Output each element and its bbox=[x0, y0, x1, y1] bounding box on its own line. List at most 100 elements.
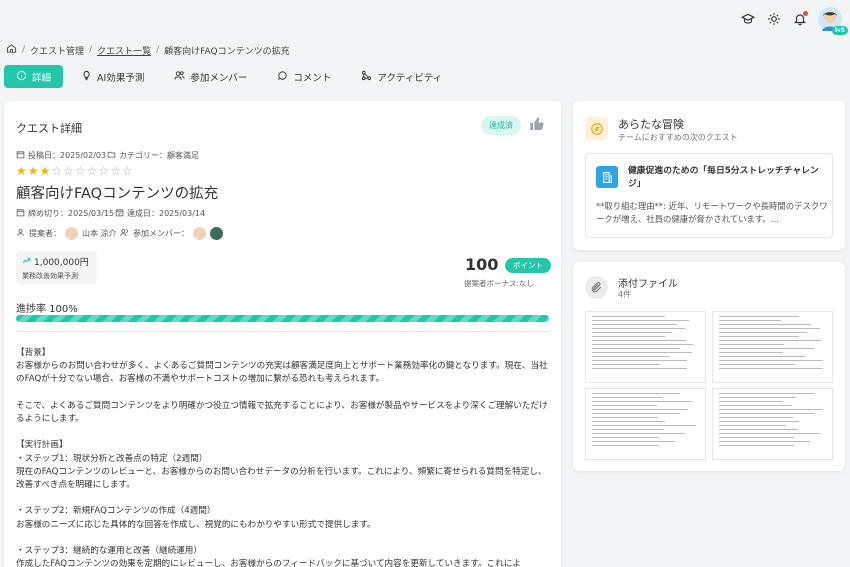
thumbnail-text-line bbox=[592, 368, 688, 369]
adventure-title: あらたな冒険 bbox=[618, 118, 684, 131]
progress-label: 進捗率 100% bbox=[16, 304, 78, 315]
recommended-quest-reason: **取り組む理由**: 近年、リモートワークや長時間のデスクワークが増え、社員の… bbox=[596, 201, 828, 224]
member-avatar[interactable] bbox=[210, 227, 223, 240]
graduation-cap-icon[interactable] bbox=[740, 11, 756, 27]
star-icon: ★ bbox=[27, 164, 39, 178]
proposer-avatar[interactable] bbox=[65, 227, 78, 240]
thumbnail-text-line bbox=[719, 425, 787, 426]
thumbnail-text-line bbox=[592, 332, 673, 333]
thumbnail-text-line bbox=[592, 433, 686, 434]
effect-value-text: 1,000,000円 bbox=[34, 258, 89, 268]
attachment-thumbnail[interactable] bbox=[585, 311, 706, 383]
breadcrumb-item-quest-management[interactable]: クエスト管理 bbox=[30, 44, 84, 57]
thumbnail-text-line bbox=[592, 352, 692, 353]
effect-prediction-box: 1,000,000円 業務改善効果予測 bbox=[16, 251, 97, 284]
member-avatar[interactable] bbox=[193, 227, 206, 240]
tab-members[interactable]: 参加メンバー bbox=[162, 65, 259, 88]
tab-details[interactable]: 詳細 bbox=[4, 65, 64, 88]
user-level-badge: lv5 bbox=[831, 26, 848, 35]
home-icon[interactable] bbox=[6, 43, 17, 57]
trend-up-icon bbox=[22, 256, 31, 268]
users-icon bbox=[120, 228, 129, 239]
effect-value: 1,000,000円 bbox=[22, 255, 91, 268]
thumbnail-text-line bbox=[592, 437, 660, 438]
sun-icon[interactable] bbox=[766, 11, 782, 27]
posted-date-text: 投稿日：2025/02/03 bbox=[28, 151, 107, 160]
thumbnail-text-line bbox=[592, 421, 665, 422]
thumbnail-text-line bbox=[592, 324, 677, 325]
attachments-card: 添付ファイル 4件 bbox=[573, 262, 845, 471]
achieved-date-text: 達成日：2025/03/14 bbox=[127, 209, 206, 218]
proposer-label: 提案者： bbox=[29, 229, 61, 238]
points-value: 100 bbox=[465, 255, 499, 274]
users-icon bbox=[174, 70, 185, 84]
star-icon: ☆ bbox=[51, 164, 63, 178]
points-badge: ポイント bbox=[505, 258, 551, 273]
top-bar: lv5 bbox=[0, 0, 850, 38]
breadcrumb-separator: / bbox=[156, 45, 160, 55]
thumbnail-text-line bbox=[719, 368, 822, 369]
calendar-icon bbox=[16, 150, 25, 161]
tab-comments[interactable]: コメント bbox=[265, 65, 343, 88]
thumbnail-text-line bbox=[719, 344, 785, 345]
thumbnail-text-line bbox=[719, 401, 784, 402]
thumbnail-text-line bbox=[592, 356, 671, 357]
recommended-quest[interactable]: 健康促進のための「毎日5分ストレッチチャレンジ」 **取り組む理由**: 近年、… bbox=[585, 153, 833, 238]
attachment-thumbnail[interactable] bbox=[712, 311, 833, 383]
proposer-name[interactable]: 山本 涼介 bbox=[82, 228, 117, 239]
thumbnail-text-line bbox=[719, 433, 820, 434]
thumbnail-text-line bbox=[592, 429, 664, 430]
attachments-title: 添付ファイル bbox=[618, 279, 678, 290]
thumbnail-text-line bbox=[592, 364, 661, 365]
thumbnail-text-line bbox=[719, 320, 782, 321]
progress-bar bbox=[16, 315, 549, 322]
tab-activity[interactable]: アクティビティ bbox=[349, 65, 454, 88]
quest-description: 【背景】 お客様からのお問い合わせが多く、よくあるご質問コンテンツの充実は顧客満… bbox=[16, 348, 548, 567]
attachment-thumbnail[interactable] bbox=[712, 388, 833, 460]
user-icon bbox=[16, 228, 25, 239]
user-avatar[interactable]: lv5 bbox=[818, 7, 848, 35]
breadcrumb-item-current: 顧客向けFAQコンテンツの拡充 bbox=[164, 46, 290, 57]
thumbnail-text-line bbox=[719, 340, 821, 341]
quest-detail-card: クエスト詳細 達成済 投稿日：2025/02/03 カテゴリー：顧客満足 ★ ★ ★… bbox=[4, 101, 561, 567]
thumbnail-text-line bbox=[592, 320, 690, 321]
category-text: カテゴリー：顧客満足 bbox=[119, 151, 199, 160]
recommended-quest-title[interactable]: 健康促進のための「毎日5分ストレッチチャレンジ」 bbox=[628, 165, 828, 191]
star-icon: ☆ bbox=[86, 164, 98, 178]
thumbnail-text-line bbox=[592, 409, 688, 410]
rating-stars: ★ ★ ★ ☆ ☆ ☆ ☆ ☆ ☆ ☆ bbox=[16, 165, 133, 177]
star-icon: ☆ bbox=[74, 164, 86, 178]
thumbnail-text-line bbox=[719, 328, 820, 329]
adventure-subtitle: チームにおすすめの次のクエスト bbox=[618, 133, 738, 142]
thumbnail-text-line bbox=[719, 352, 784, 353]
thumbnail-text-line bbox=[592, 316, 665, 317]
thumbnail-text-line bbox=[592, 413, 680, 414]
thumbnail-text-line bbox=[592, 425, 695, 426]
tab-label: AI効果予測 bbox=[97, 72, 145, 84]
posted-date: 投稿日：2025/02/03 bbox=[16, 150, 106, 161]
tab-ai-prediction[interactable]: AI効果予測 bbox=[69, 65, 156, 88]
thumbs-up-icon[interactable] bbox=[529, 116, 545, 132]
thumbnail-text-line bbox=[592, 344, 693, 345]
thumbnail-text-line bbox=[719, 397, 797, 398]
thumbnail-text-line bbox=[592, 445, 660, 446]
info-icon bbox=[16, 70, 27, 84]
building-icon bbox=[596, 166, 618, 188]
star-icon: ☆ bbox=[63, 164, 74, 178]
activity-icon bbox=[361, 70, 372, 84]
folder-icon bbox=[107, 150, 116, 161]
bell-icon[interactable] bbox=[792, 11, 808, 27]
chat-icon bbox=[277, 70, 288, 84]
attachment-thumbnail[interactable] bbox=[585, 388, 706, 460]
thumbnail-text-line bbox=[719, 417, 793, 418]
thumbnail-text-line bbox=[719, 445, 794, 446]
divider bbox=[16, 331, 549, 332]
thumbnail-text-line bbox=[719, 413, 815, 414]
star-icon: ☆ bbox=[98, 164, 110, 178]
thumbnail-text-line bbox=[719, 421, 800, 422]
breadcrumb-item-quest-list[interactable]: クエスト一覧 bbox=[97, 44, 151, 57]
members-label: 参加メンバー： bbox=[133, 229, 189, 238]
star-icon: ☆ bbox=[121, 164, 133, 178]
new-adventure-card: あらたな冒険 チームにおすすめの次のクエスト 健康促進のための「毎日5分ストレッ… bbox=[573, 101, 845, 250]
thumbnail-text-line bbox=[719, 393, 815, 394]
